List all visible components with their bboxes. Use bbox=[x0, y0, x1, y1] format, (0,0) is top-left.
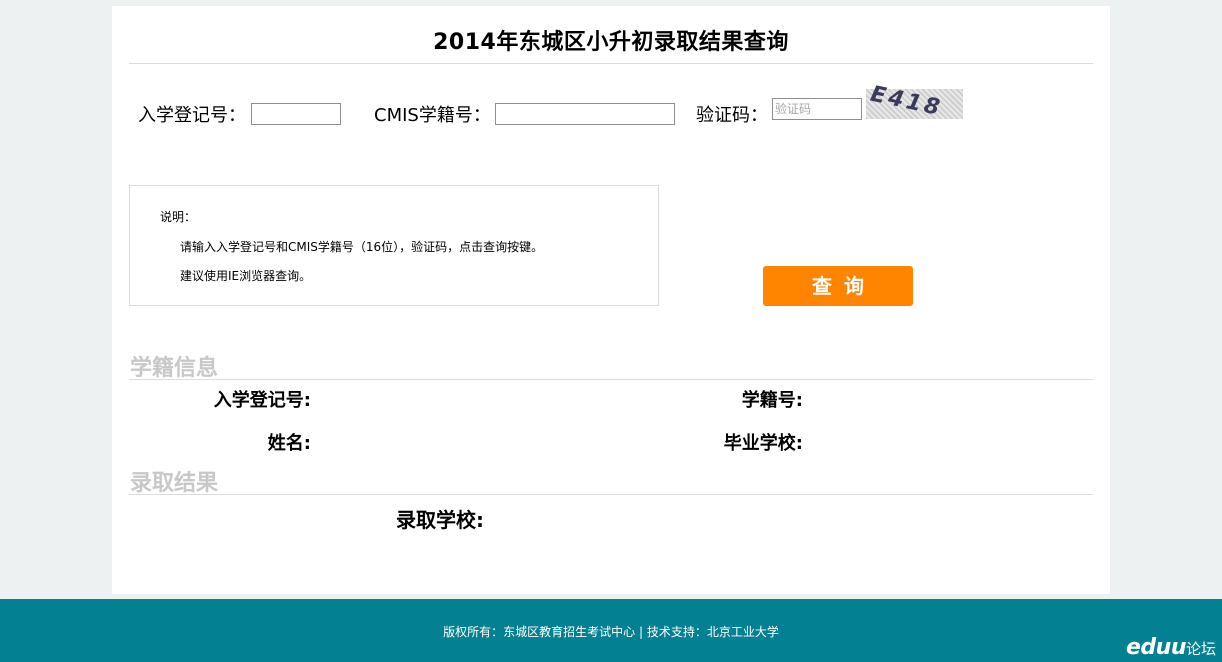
logo-sub: 论坛 bbox=[1185, 640, 1216, 658]
query-button[interactable]: 查询 bbox=[763, 266, 913, 306]
instructions-line: 建议使用IE浏览器查询。 bbox=[180, 269, 312, 283]
student-info-title: 学籍信息 bbox=[130, 355, 219, 381]
cmis-label: CMIS学籍号： bbox=[374, 105, 491, 126]
instructions-box: 说明： 请输入入学登记号和CMIS学籍号（16位），验证码，点击查询按键。 建议… bbox=[129, 185, 659, 306]
captcha-label: 验证码： bbox=[696, 105, 768, 126]
reg-no-field-label: 入学登记号: bbox=[213, 390, 311, 411]
page-title: 2014年东城区小升初录取结果查询 bbox=[433, 30, 789, 55]
name-field-label: 姓名: bbox=[267, 433, 311, 454]
student-info-divider bbox=[129, 379, 1093, 380]
admission-title: 录取结果 bbox=[130, 470, 219, 496]
captcha-image-text: E418 bbox=[868, 81, 945, 122]
title-divider bbox=[129, 63, 1093, 64]
main-card: 2014年东城区小升初录取结果查询 入学登记号： CMIS学籍号： 验证码： E… bbox=[112, 6, 1110, 594]
instructions-heading: 说明： bbox=[160, 210, 197, 224]
logo-main: eduu bbox=[1125, 635, 1187, 660]
footer: 版权所有：东城区教育招生考试中心 | 技术支持：北京工业大学 eduu论坛 bbox=[0, 599, 1222, 662]
student-no-field-label: 学籍号: bbox=[741, 390, 803, 411]
captcha-input[interactable] bbox=[772, 98, 862, 120]
captcha-image[interactable]: E418 bbox=[866, 82, 963, 121]
instructions-line: 请输入入学登记号和CMIS学籍号（16位），验证码，点击查询按键。 bbox=[180, 240, 544, 254]
admission-divider bbox=[129, 494, 1093, 495]
admission-school-label: 录取学校: bbox=[396, 508, 484, 532]
cmis-input[interactable] bbox=[495, 103, 675, 125]
grad-school-field-label: 毕业学校: bbox=[723, 433, 803, 454]
reg-no-label: 入学登记号： bbox=[138, 105, 246, 126]
footer-text: 版权所有：东城区教育招生考试中心 | 技术支持：北京工业大学 bbox=[443, 625, 779, 639]
eduu-logo: eduu论坛 bbox=[1126, 635, 1216, 660]
reg-no-input[interactable] bbox=[251, 103, 341, 125]
